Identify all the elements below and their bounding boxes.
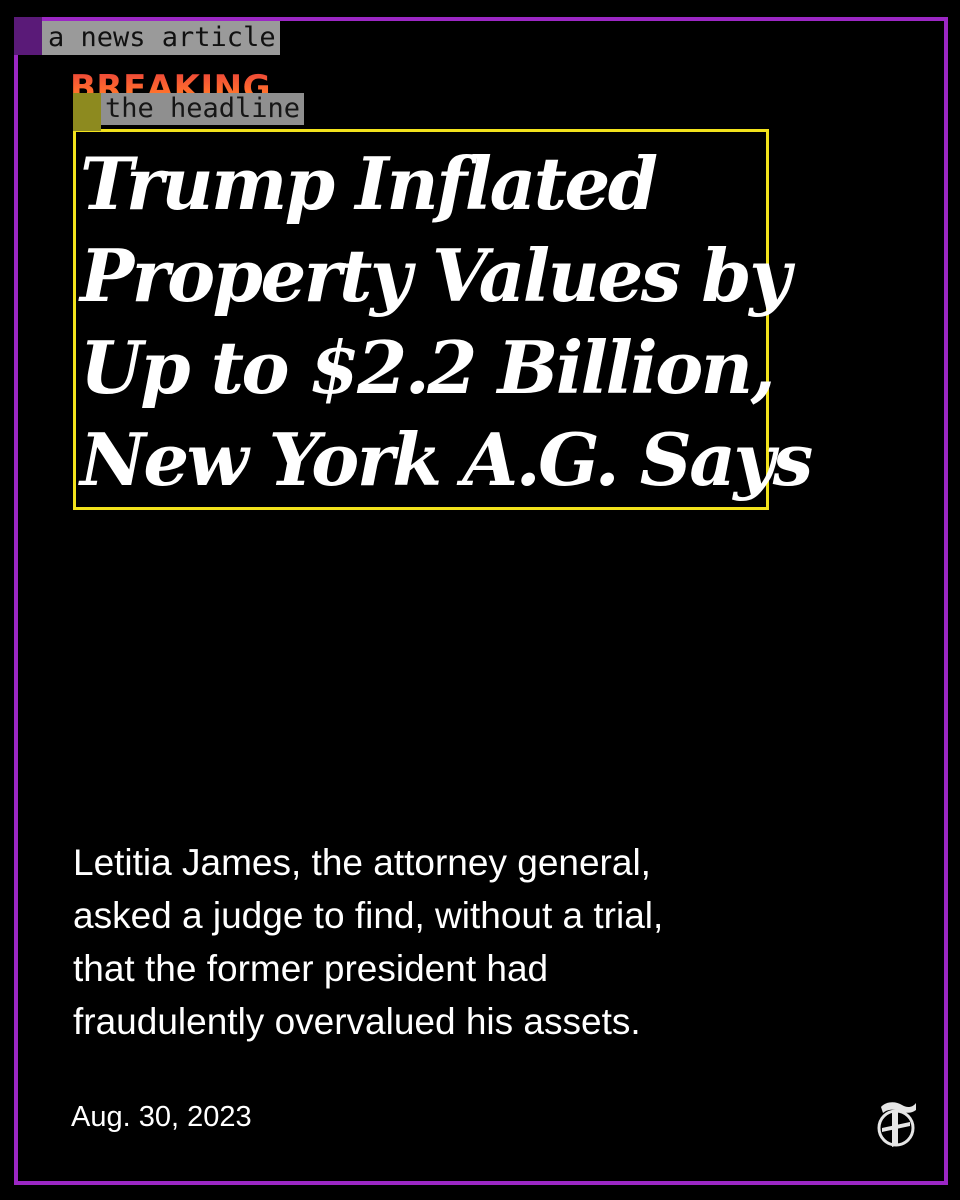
annotation-color-swatch bbox=[73, 93, 101, 131]
article-summary: Letitia James, the attorney general, ask… bbox=[73, 836, 793, 1048]
headline: Trump Inflated Property Values by Up to … bbox=[80, 138, 813, 506]
summary-line: that the former president had bbox=[73, 948, 549, 989]
page: a news article BREAKING the headline Tru… bbox=[0, 0, 960, 1200]
nyt-t-logo-icon bbox=[877, 1102, 916, 1147]
annotation-label: a news article bbox=[42, 21, 280, 55]
headline-line: New York A.G. Says bbox=[80, 417, 813, 502]
annotation-color-swatch bbox=[14, 17, 42, 55]
publish-date: Aug. 30, 2023 bbox=[71, 1101, 252, 1133]
news-article-annotation-tag: a news article bbox=[14, 17, 280, 55]
headline-annotation-tag: the headline bbox=[73, 93, 305, 131]
headline-line: Property Values by bbox=[80, 233, 791, 318]
headline-line: Trump Inflated bbox=[80, 141, 658, 226]
summary-line: fraudulently overvalued his assets. bbox=[73, 1001, 641, 1042]
annotation-label: the headline bbox=[101, 93, 305, 125]
headline-line: Up to $2.2 Billion, bbox=[80, 325, 776, 410]
summary-line: asked a judge to find, without a trial, bbox=[73, 895, 664, 936]
summary-line: Letitia James, the attorney general, bbox=[73, 842, 651, 883]
